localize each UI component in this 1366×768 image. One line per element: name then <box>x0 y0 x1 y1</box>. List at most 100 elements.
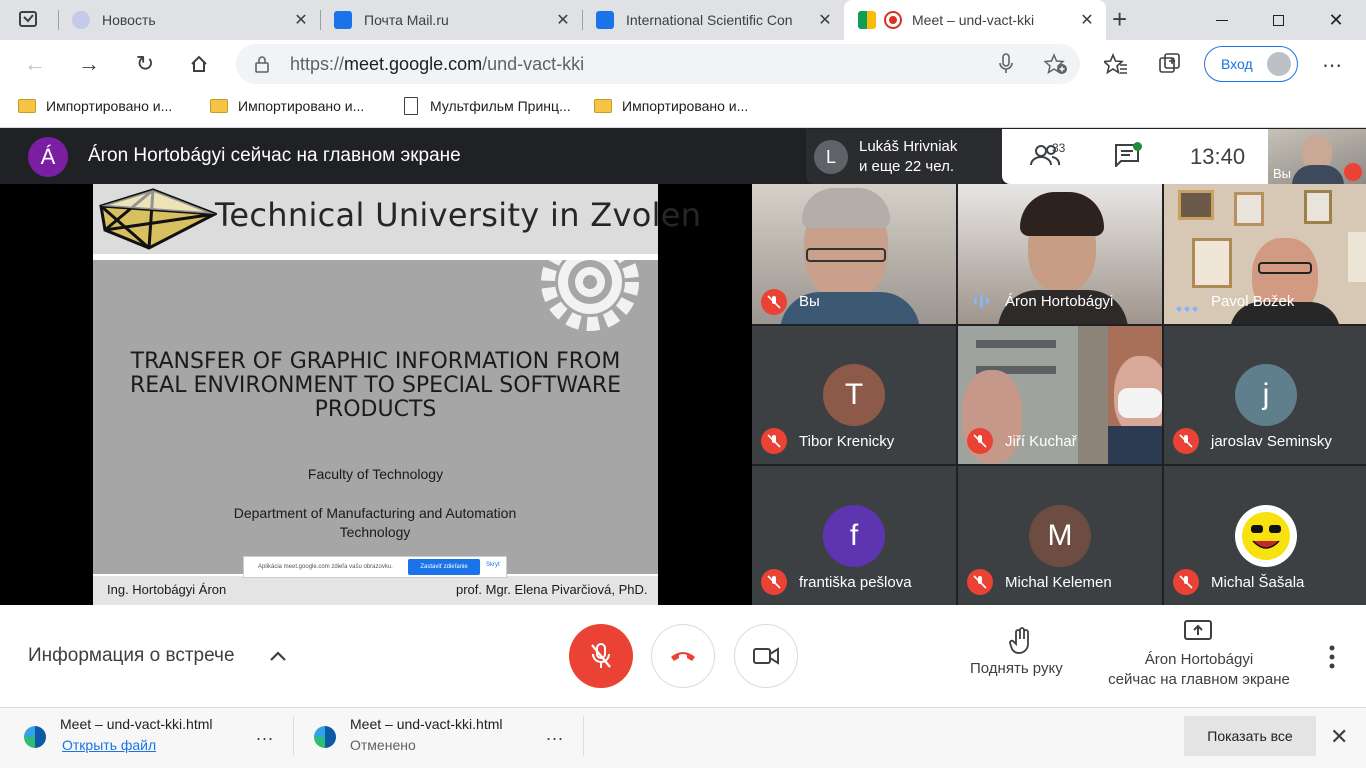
tab-news[interactable]: Новость ✕ <box>58 0 320 40</box>
presenter-title: Áron Hortobágyi сейчас на главном экране <box>88 145 461 166</box>
hide-share-notice-link[interactable]: Skryť <box>486 562 500 568</box>
active-speaker-avatar: L <box>814 140 848 174</box>
lock-icon[interactable] <box>255 55 269 78</box>
home-icon <box>191 55 207 72</box>
participant-name: františka pešlova <box>799 574 912 591</box>
mic-off-icon <box>1344 163 1362 181</box>
hang-up-icon <box>671 652 695 661</box>
collections-icon[interactable] <box>1158 52 1182 81</box>
show-all-downloads-button[interactable]: Показать все <box>1184 716 1316 756</box>
leave-call-button[interactable] <box>651 624 715 688</box>
tab-mail[interactable]: Почта Mail.ru ✕ <box>320 0 582 40</box>
bookmark-page[interactable]: Мультфильм Принц... <box>404 96 571 116</box>
download-divider <box>293 716 294 756</box>
slide-department: Department of Manufacturing and Automati… <box>233 505 517 540</box>
tab-close-icon[interactable]: ✕ <box>814 10 836 30</box>
home-button[interactable] <box>182 48 216 80</box>
video-camera-icon <box>753 647 779 665</box>
slide-faculty: Faculty of Technology <box>307 466 444 482</box>
open-file-link[interactable]: Открыть файл <box>62 737 156 753</box>
back-button[interactable]: ← <box>18 48 52 80</box>
microphone-toggle-button[interactable] <box>569 624 633 688</box>
stop-sharing-button[interactable]: Zastaviť zdieľanie <box>408 559 480 575</box>
window-close-button[interactable]: ✕ <box>1308 0 1364 40</box>
add-favorite-icon[interactable] <box>1043 53 1068 80</box>
dots-indicator-icon <box>1176 299 1198 312</box>
participant-avatar: T <box>823 364 885 426</box>
presenter-avatar: Á <box>28 137 68 177</box>
tab-title: Почта Mail.ru <box>364 12 449 28</box>
recording-icon <box>884 11 902 29</box>
camera-toggle-button[interactable] <box>734 624 798 688</box>
mic-off-icon <box>761 569 787 595</box>
participant-name: Jiří Kuchař <box>1005 433 1077 450</box>
participant-avatar: M <box>1029 505 1091 567</box>
participant-name: Tibor Krenicky <box>799 433 895 450</box>
raise-hand-icon[interactable] <box>1008 627 1034 655</box>
slide-supervisor: prof. Mgr. Elena Pivarčiová, PhD. <box>456 582 648 597</box>
microphone-icon[interactable] <box>998 53 1014 80</box>
participant-name: Áron Hortobágyi <box>1005 293 1114 310</box>
mic-off-icon <box>1173 428 1199 454</box>
participants-count: 33 <box>1052 141 1066 155</box>
maximize-button[interactable] <box>1250 0 1306 40</box>
tab-close-icon[interactable]: ✕ <box>1076 10 1098 30</box>
reload-icon: ↻ <box>135 51 155 76</box>
close-downloads-icon[interactable]: ✕ <box>1330 724 1348 750</box>
download-file-name[interactable]: Meet – und-vact-kki.html <box>60 716 213 732</box>
download-more-icon[interactable]: ... <box>546 724 564 745</box>
mail-favicon-icon <box>334 11 352 29</box>
more-menu-icon[interactable]: ⋯ <box>1322 53 1342 78</box>
tab-conference[interactable]: International Scientific Con ✕ <box>582 0 844 40</box>
mail-favicon-icon <box>596 11 614 29</box>
slide-author: Ing. Hortobágyi Áron <box>107 582 227 597</box>
mic-off-icon <box>591 643 611 668</box>
present-screen-icon[interactable] <box>1184 620 1212 644</box>
url-text[interactable]: https://meet.google.com/und-vact-kki <box>290 54 584 75</box>
reload-button[interactable]: ↻ <box>128 48 162 80</box>
download-more-icon[interactable]: ... <box>256 724 274 745</box>
mic-off-icon <box>761 289 787 315</box>
raise-hand-button[interactable]: Поднять руку <box>970 660 1063 677</box>
bookmark-folder-2[interactable]: Импортировано и... <box>210 96 364 116</box>
new-tab-button[interactable]: + <box>1112 4 1127 35</box>
active-speaker-name: Lukáš Hrivniak и еще 22 чел. <box>859 138 958 175</box>
folder-icon <box>210 99 228 113</box>
bookmark-folder-1[interactable]: Импортировано и... <box>18 96 172 116</box>
minimize-icon <box>1216 19 1228 21</box>
folder-icon <box>18 99 36 113</box>
bookmark-folder-3[interactable]: Импортировано и... <box>594 96 748 116</box>
tab-actions-icon[interactable] <box>18 10 40 30</box>
chevron-up-icon[interactable] <box>268 646 288 666</box>
mic-off-icon <box>761 428 787 454</box>
favorites-icon[interactable] <box>1102 52 1128 80</box>
presenting-status-button[interactable]: Áron Hortobágyi сейчас на главном экране <box>1104 650 1294 690</box>
more-options-icon[interactable] <box>1324 644 1340 670</box>
tab-meet[interactable]: Meet – und-vact-kki ✕ <box>844 0 1106 40</box>
chat-notification-badge <box>1133 142 1142 151</box>
download-status: Отменено <box>350 737 416 753</box>
tab-close-icon[interactable]: ✕ <box>290 10 312 30</box>
meeting-clock: 13:40 <box>1190 144 1246 169</box>
slide-university: Technical University in Zvolen <box>215 196 702 234</box>
browser-tab-bar: Новость ✕ Почта Mail.ru ✕ International … <box>0 0 1366 40</box>
download-divider <box>583 716 584 756</box>
minimize-button[interactable] <box>1194 0 1250 40</box>
slide-title: TRANSFER OF GRAPHIC INFORMATION FROM REA… <box>129 349 621 422</box>
gear-icon <box>541 260 639 331</box>
speaking-indicator-icon <box>971 293 993 309</box>
smiley-avatar-icon <box>1235 505 1297 567</box>
participant-avatar: j <box>1235 364 1297 426</box>
mic-off-icon <box>1173 569 1199 595</box>
participant-name: Вы <box>799 293 820 310</box>
restore-icon <box>1272 14 1284 26</box>
sign-in-button[interactable]: Вход <box>1204 46 1298 82</box>
mic-off-icon <box>967 428 993 454</box>
participant-avatar: f <box>823 505 885 567</box>
participant-name: jaroslav Seminsky <box>1211 433 1332 450</box>
arrow-right-icon: → <box>78 51 100 76</box>
download-file-name[interactable]: Meet – und-vact-kki.html <box>350 716 503 732</box>
forward-button[interactable]: → <box>72 48 106 80</box>
tab-close-icon[interactable]: ✕ <box>552 10 574 30</box>
meeting-info-button[interactable]: Информация о встрече <box>28 645 235 667</box>
